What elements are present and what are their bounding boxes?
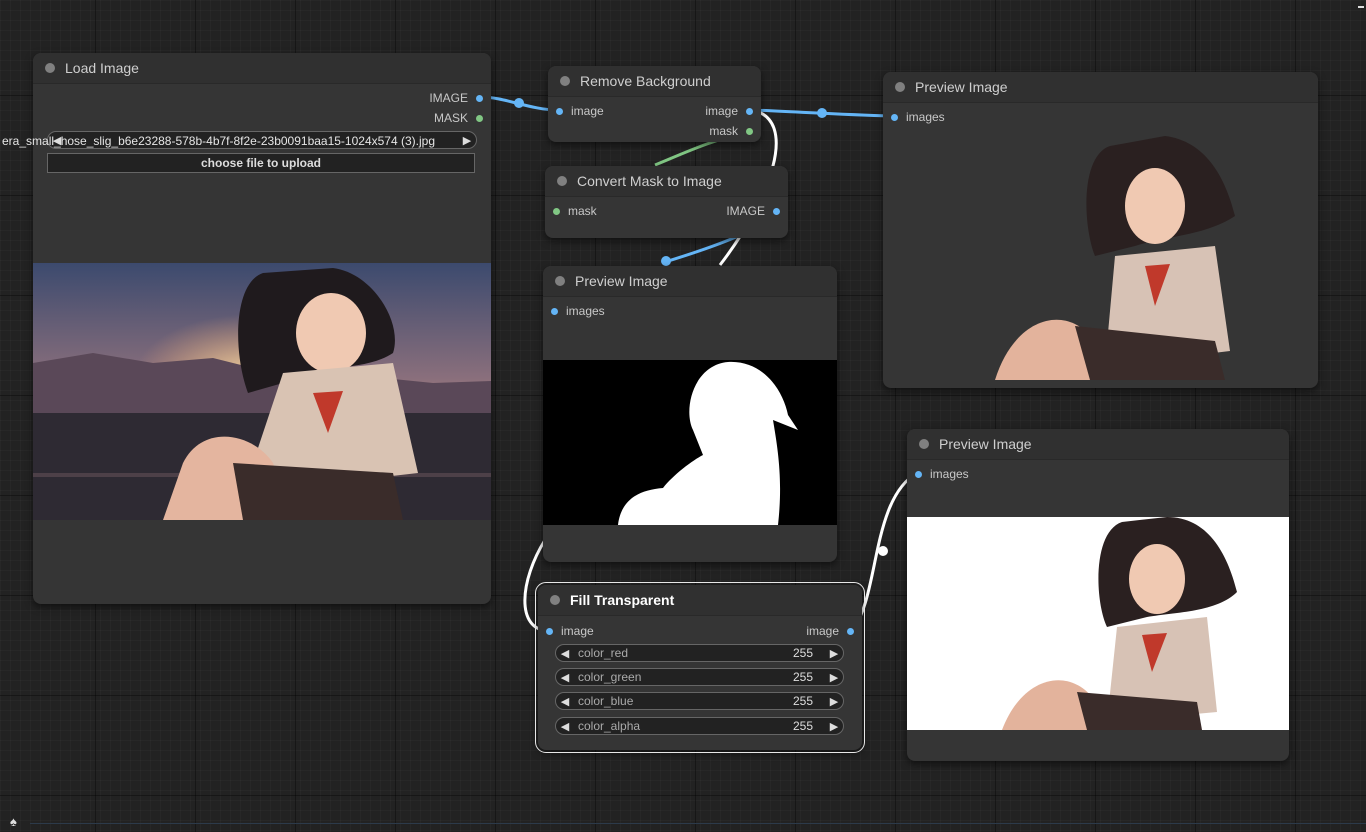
preview-image-node-top[interactable]: Preview Image images [883,72,1318,388]
node-title: Load Image [65,60,139,76]
node-title-bar[interactable]: Convert Mask to Image [545,166,788,197]
node-title-bar[interactable]: Fill Transparent [538,585,862,616]
slot-label: images [566,304,605,318]
node-title-bar[interactable]: Preview Image [543,266,837,297]
collapse-dot[interactable] [45,63,55,73]
input-dot[interactable] [915,470,922,478]
input-dot[interactable] [551,307,558,315]
widget-value: 255 [792,646,813,660]
input-dot[interactable] [546,627,553,635]
mask-preview-image [543,360,837,525]
link-midpoint [661,256,671,266]
node-title-bar[interactable]: Preview Image [883,72,1318,103]
slot-label: image [806,624,839,638]
node-title: Preview Image [575,273,668,289]
rgba-preview-image [995,136,1236,380]
widget-label: color_alpha [578,719,641,733]
slot-label: IMAGE [429,91,468,105]
slot-label: image [571,104,604,118]
link-midpoint [878,546,888,556]
node-title-bar[interactable]: Remove Background [548,66,761,97]
output-slot-mask[interactable]: mask [548,122,761,140]
widget-value: 255 [792,670,813,684]
output-dot[interactable] [773,207,780,215]
image-combo-value: era_small_hose_slig_b6e23288-578b-4b7f-8… [2,134,435,148]
collapse-dot[interactable] [919,439,929,449]
node-title: Remove Background [580,73,711,89]
node-title: Preview Image [939,436,1032,452]
slot-row-mask[interactable]: mask IMAGE [545,202,788,220]
right-arrow-icon[interactable]: ▶ [458,134,476,147]
decrement-arrow-icon[interactable]: ◀ [556,695,574,708]
choose-file-button[interactable]: choose file to upload [47,153,475,173]
image-combo-widget[interactable]: ◀ era_small_hose_slig_b6e23288-578b-4b7f… [2,131,477,149]
color-blue-widget[interactable]: ◀ color_blue 255 ▶ [555,692,844,710]
input-dot[interactable] [556,107,563,115]
filled-preview-image [907,517,1289,730]
slot-label: IMAGE [726,204,765,218]
collapse-dot[interactable] [557,176,567,186]
preview-image-node-bottom[interactable]: Preview Image images [907,429,1289,761]
node-title-bar[interactable]: Load Image [33,53,491,84]
link-image-to-remove-bg [480,95,559,112]
widget-value: 255 [792,719,813,733]
input-slot-images[interactable]: images [883,108,1318,126]
spade-icon[interactable]: ♠ [10,814,17,829]
output-dot[interactable] [847,627,854,635]
slot-row-image[interactable]: image image [538,622,862,640]
widget-label: color_red [578,646,629,660]
load-image-node[interactable]: Load Image IMAGE MASK ◀ era_small_hose_s… [2,53,491,604]
input-dot[interactable] [553,207,560,215]
input-slot-images[interactable]: images [907,465,1289,483]
link-remove-bg-to-preview-top [751,108,894,118]
collapse-dot[interactable] [895,82,905,92]
link-midpoint [514,98,524,108]
output-dot[interactable] [746,107,753,115]
node-title: Preview Image [915,79,1008,95]
node-title: Convert Mask to Image [577,173,722,189]
scroll-indicator [1358,6,1364,8]
color-alpha-widget[interactable]: ◀ color_alpha 255 ▶ [555,717,844,735]
output-dot[interactable] [476,94,483,102]
node-title-bar[interactable]: Preview Image [907,429,1289,460]
increment-arrow-icon[interactable]: ▶ [825,695,843,708]
canvas-bottom-divider [30,823,1366,824]
node-title: Fill Transparent [570,592,675,608]
output-slot-mask[interactable]: MASK [33,109,491,127]
decrement-arrow-icon[interactable]: ◀ [556,720,574,733]
input-dot[interactable] [891,113,898,121]
increment-arrow-icon[interactable]: ▶ [825,720,843,733]
left-arrow-icon[interactable]: ◀ [48,134,66,147]
decrement-arrow-icon[interactable]: ◀ [556,647,574,660]
slot-label: mask [568,204,597,218]
preview-image-node-mask[interactable]: Preview Image images [543,266,837,562]
widget-label: color_blue [578,694,634,708]
input-slot-images[interactable]: images [543,302,837,320]
color-red-widget[interactable]: ◀ color_red 255 ▶ [555,644,844,662]
collapse-dot[interactable] [550,595,560,605]
slot-label: MASK [433,111,468,125]
slot-label: mask [709,124,738,138]
output-dot[interactable] [746,127,753,135]
increment-arrow-icon[interactable]: ▶ [825,647,843,660]
convert-mask-node[interactable]: Convert Mask to Image mask IMAGE [545,166,788,238]
increment-arrow-icon[interactable]: ▶ [825,671,843,684]
remove-background-node[interactable]: Remove Background image image mask [548,66,761,142]
slot-label: image [561,624,594,638]
widget-label: color_green [578,670,642,684]
output-dot[interactable] [476,114,483,122]
color-green-widget[interactable]: ◀ color_green 255 ▶ [555,668,844,686]
link-midpoint [817,108,827,118]
slot-label: images [906,110,945,124]
slot-row-image[interactable]: image image [548,102,761,120]
collapse-dot[interactable] [560,76,570,86]
slot-label: image [705,104,738,118]
loaded-image-preview [33,263,491,520]
decrement-arrow-icon[interactable]: ◀ [556,671,574,684]
output-slot-image[interactable]: IMAGE [33,89,491,107]
slot-label: images [930,467,969,481]
widget-value: 255 [792,694,813,708]
fill-transparent-node[interactable]: Fill Transparent image image ◀ color_red… [535,582,865,753]
collapse-dot[interactable] [555,276,565,286]
